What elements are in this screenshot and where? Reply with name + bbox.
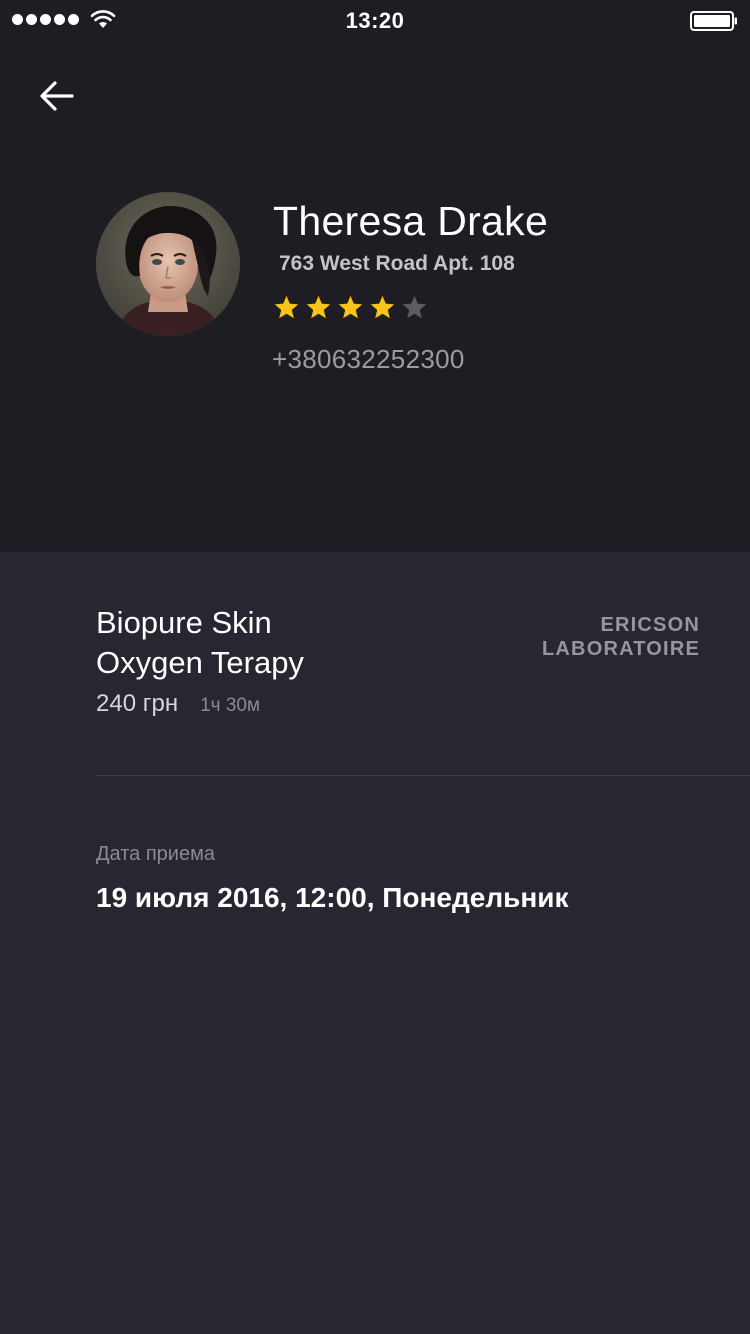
vendor-line1: ERICSON xyxy=(600,614,700,636)
star-rating xyxy=(273,294,428,321)
star-filled-icon xyxy=(306,295,331,319)
client-name: Theresa Drake xyxy=(273,198,549,244)
back-arrow-icon[interactable] xyxy=(38,78,76,114)
avatar-portrait xyxy=(96,192,240,336)
client-detail-screen: 13:20 Theresa Drake 763 West Road Apt. 1… xyxy=(0,0,750,1334)
client-address: 763 West Road Apt. 108 xyxy=(279,252,515,275)
service-title-line2: Oxygen Terapy xyxy=(96,645,304,680)
star-filled-icon xyxy=(370,295,395,319)
battery-icon xyxy=(690,11,737,31)
star-empty-icon xyxy=(402,295,427,319)
vendor-line2: LABORATOIRE xyxy=(541,638,700,660)
service-duration: 1ч 30м xyxy=(200,695,261,716)
appointment-date-label: Дата приема xyxy=(96,843,215,865)
appointment-date-value: 19 июля 2016, 12:00, Понедельник xyxy=(96,882,569,913)
star-filled-icon xyxy=(338,295,363,319)
service-title-line1: Biopure Skin xyxy=(96,605,272,640)
service-price: 240 грн xyxy=(96,690,179,717)
service-title: Biopure Skin Oxygen Terapy xyxy=(96,603,516,683)
client-phone[interactable]: +380632252300 xyxy=(272,344,465,375)
profile-header: 13:20 Theresa Drake 763 West Road Apt. 1… xyxy=(0,0,750,552)
status-time: 13:20 xyxy=(345,8,405,33)
avatar xyxy=(96,192,240,336)
status-bar: 13:20 xyxy=(0,0,750,40)
divider xyxy=(96,775,750,776)
star-filled-icon xyxy=(274,295,299,319)
service-vendor: ERICSON LABORATOIRE xyxy=(480,613,700,661)
price-row: 240 грн 1ч 30м xyxy=(96,690,260,718)
